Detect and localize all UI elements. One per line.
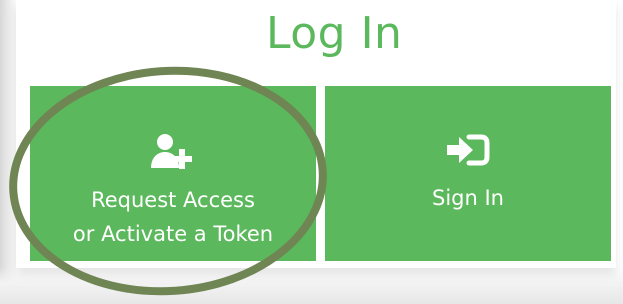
- screenshot-stage: Log In Request Access or Activate a Toke…: [0, 0, 623, 304]
- add-user-icon: [149, 133, 197, 175]
- page-title: Log In: [266, 8, 403, 59]
- sign-in-icon: [445, 133, 491, 171]
- request-access-line2: or Activate a Token: [72, 221, 274, 246]
- bottom-shadow: [0, 266, 623, 304]
- request-access-line1: Request Access: [91, 187, 255, 212]
- request-access-button[interactable]: Request Access or Activate a Token: [30, 86, 316, 261]
- sign-in-button[interactable]: Sign In: [325, 86, 611, 261]
- sign-in-label: Sign In: [432, 185, 504, 210]
- request-access-label: Request Access or Activate a Token: [73, 183, 273, 251]
